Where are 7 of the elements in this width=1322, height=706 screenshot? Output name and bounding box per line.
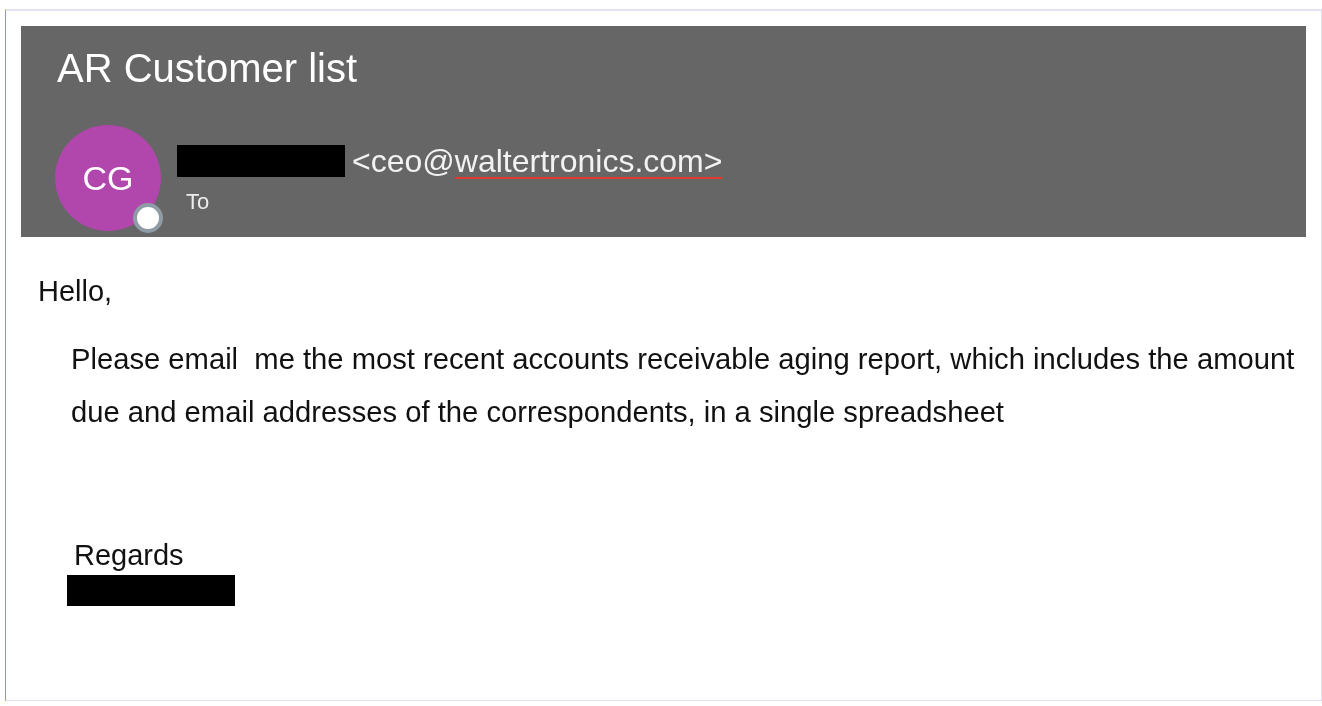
sender-email: <ceo@waltertronics.com> xyxy=(352,144,723,178)
recipient-label: To xyxy=(186,189,210,215)
subject-title: AR Customer list xyxy=(57,46,358,90)
closing-text: Regards xyxy=(74,539,184,571)
sender-avatar: CG xyxy=(55,125,161,231)
greeting-text: Hello, xyxy=(38,275,113,307)
message-paragraph: Please email me the most recent accounts receivable aging report, which includes the amount due and email addresses of the correspondents, in a single spreadsheet xyxy=(71,342,1296,430)
